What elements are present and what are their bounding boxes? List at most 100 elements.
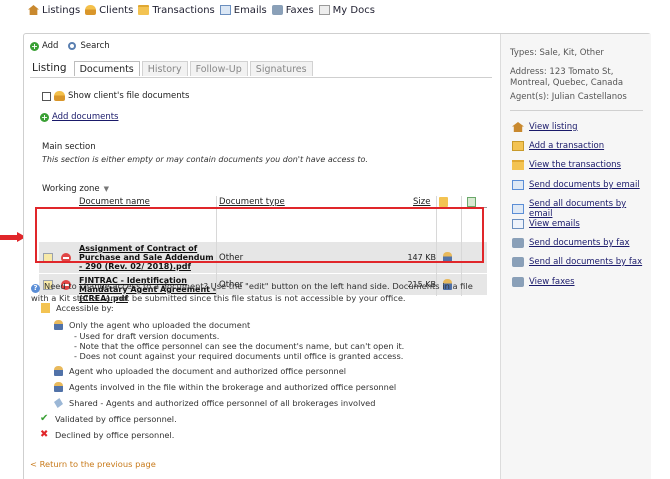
tab-follow-up[interactable]: Follow-Up xyxy=(189,61,248,76)
sidebar-view-emails[interactable]: View emails xyxy=(512,219,580,229)
access-info-label: Need to change access to a document? Use… xyxy=(31,281,473,303)
tab-signatures[interactable]: Signatures xyxy=(249,61,313,76)
working-zone-header[interactable]: Working zone ▼ xyxy=(42,184,109,194)
plus-icon: + xyxy=(30,41,39,51)
sidebar-link-label: View the transactions xyxy=(529,160,621,170)
nav-transactions[interactable]: Transactions xyxy=(138,5,215,16)
agent-office-access-icon xyxy=(443,252,452,263)
agents-involved-label: Agents involved in the file within the b… xyxy=(69,382,397,392)
content-area: + Add Search Listing Documents History Fo… xyxy=(24,34,500,479)
nav-faxes-label: Faxes xyxy=(285,4,314,16)
header-size[interactable]: Size xyxy=(413,197,430,207)
info-icon: ? xyxy=(31,284,40,293)
nav-my-docs-label: My Docs xyxy=(332,4,375,16)
access-column-icon xyxy=(439,197,448,207)
fax-icon xyxy=(512,277,524,287)
main-panel: + Add Search Listing Documents History Fo… xyxy=(23,33,651,479)
cross-icon: ✖ xyxy=(40,429,49,440)
plus-icon: + xyxy=(40,112,49,122)
edit-icon[interactable] xyxy=(43,253,53,263)
sidebar-link-label: Send documents by email xyxy=(529,180,640,190)
sidebar-send-all-documents-email[interactable]: Send all documents by email xyxy=(512,199,651,219)
add-transaction-icon xyxy=(512,141,524,151)
listing-agents: Agent(s): Julian Castellanos xyxy=(510,92,627,102)
header-document-name[interactable]: Document name xyxy=(79,197,219,207)
nav-clients-label: Clients xyxy=(99,4,134,16)
tab-history[interactable]: History xyxy=(141,61,188,76)
accessible-by-row: Accessible by: xyxy=(41,303,114,313)
add-button[interactable]: + Add xyxy=(30,41,58,51)
return-link[interactable]: < Return to the previous page xyxy=(30,459,156,469)
nav-faxes[interactable]: Faxes xyxy=(271,4,314,16)
house-icon xyxy=(28,5,39,15)
sidebar-view-faxes[interactable]: View faxes xyxy=(512,277,575,287)
tab-listing[interactable]: Listing xyxy=(30,61,72,76)
sidebar-link-label: View faxes xyxy=(529,277,575,287)
sidebar-add-transaction[interactable]: Add a transaction xyxy=(512,141,604,151)
nav-my-docs[interactable]: My Docs xyxy=(318,4,375,16)
only-agent-label: Only the agent who uploaded the document xyxy=(69,320,251,330)
listing-address: Address: 123 Tomato St, Montreal, Quebec… xyxy=(510,67,624,88)
add-label: Add xyxy=(42,41,59,51)
sidebar-link-label: View listing xyxy=(529,122,578,132)
document-size: 147 KB xyxy=(407,253,436,262)
agents-group-icon xyxy=(54,382,63,392)
sidebar-link-label: View emails xyxy=(529,219,580,229)
nav-clients[interactable]: Clients xyxy=(85,5,133,16)
chevron-down-icon: ▼ xyxy=(103,185,110,193)
fax-icon xyxy=(512,238,524,248)
agent-office-row: Agent who uploaded the document and auth… xyxy=(54,366,346,376)
add-documents-row: + Add documents xyxy=(40,112,118,122)
fax-icon xyxy=(512,257,524,267)
nav-listings[interactable]: Listings xyxy=(28,5,80,16)
only-agent-row: Only the agent who uploaded the document xyxy=(54,320,250,330)
header-document-type[interactable]: Document type xyxy=(219,197,285,207)
fax-icon xyxy=(271,5,283,15)
search-label: Search xyxy=(80,41,110,51)
note-line: - Does not count against your required d… xyxy=(74,351,404,361)
person-icon xyxy=(54,320,63,330)
sidebar-send-documents-email[interactable]: Send documents by email xyxy=(512,180,640,190)
documents-table: Document name Document type Size Assignm… xyxy=(39,196,487,303)
sidebar-link-label: Send all documents by email xyxy=(529,199,627,219)
documents-icon xyxy=(318,5,330,15)
sidebar-send-all-documents-fax[interactable]: Send all documents by fax xyxy=(512,257,642,267)
search-button[interactable]: Search xyxy=(68,41,110,51)
sidebar-link-label: Send all documents by fax xyxy=(529,257,643,267)
nav-emails-label: Emails xyxy=(233,4,267,16)
nav-emails[interactable]: Emails xyxy=(219,4,267,16)
house-icon xyxy=(512,122,524,132)
agent-office-icon xyxy=(54,366,63,376)
folder-person-icon xyxy=(41,303,50,313)
sidebar-send-documents-fax[interactable]: Send documents by fax xyxy=(512,238,630,248)
declined-label: Declined by office personnel. xyxy=(55,430,175,440)
tab-documents[interactable]: Documents xyxy=(73,61,140,76)
add-documents-link[interactable]: Add documents xyxy=(52,112,118,122)
sidebar-link-label: Add a transaction xyxy=(529,141,605,151)
delete-icon[interactable] xyxy=(61,253,71,263)
show-client-docs-row: Show client's file documents xyxy=(42,91,189,101)
validated-label: Validated by office personnel. xyxy=(55,414,177,424)
document-name-link[interactable]: Assignment of Contract of Purchase and S… xyxy=(79,244,217,271)
main-section-note: This section is either empty or may cont… xyxy=(42,155,368,164)
show-client-docs-label: Show client's file documents xyxy=(68,91,190,101)
main-section-title: Main section xyxy=(42,142,96,152)
sidebar-view-listing[interactable]: View listing xyxy=(512,122,578,132)
tab-bar: Listing Documents History Follow-Up Sign… xyxy=(30,61,315,76)
show-client-docs-checkbox[interactable] xyxy=(42,91,51,101)
sidebar-divider xyxy=(510,110,643,111)
table-header: Document name Document type Size xyxy=(39,196,487,208)
person-icon xyxy=(85,5,97,15)
working-zone-label: Working zone xyxy=(42,184,100,194)
share-icon xyxy=(54,398,63,408)
note-line: - Used for draft version documents. xyxy=(74,331,220,341)
action-bar: + Add Search xyxy=(30,41,120,51)
info-sidebar: Types: Sale, Kit, Other Address: 123 Tom… xyxy=(500,34,651,479)
folder-icon xyxy=(138,5,150,15)
checkmark-icon: ✔ xyxy=(40,413,49,424)
send-email-icon xyxy=(512,180,524,190)
search-icon xyxy=(68,42,77,50)
send-email-icon xyxy=(512,204,524,214)
sidebar-view-transactions[interactable]: View the transactions xyxy=(512,160,621,170)
document-type: Other xyxy=(219,253,244,263)
